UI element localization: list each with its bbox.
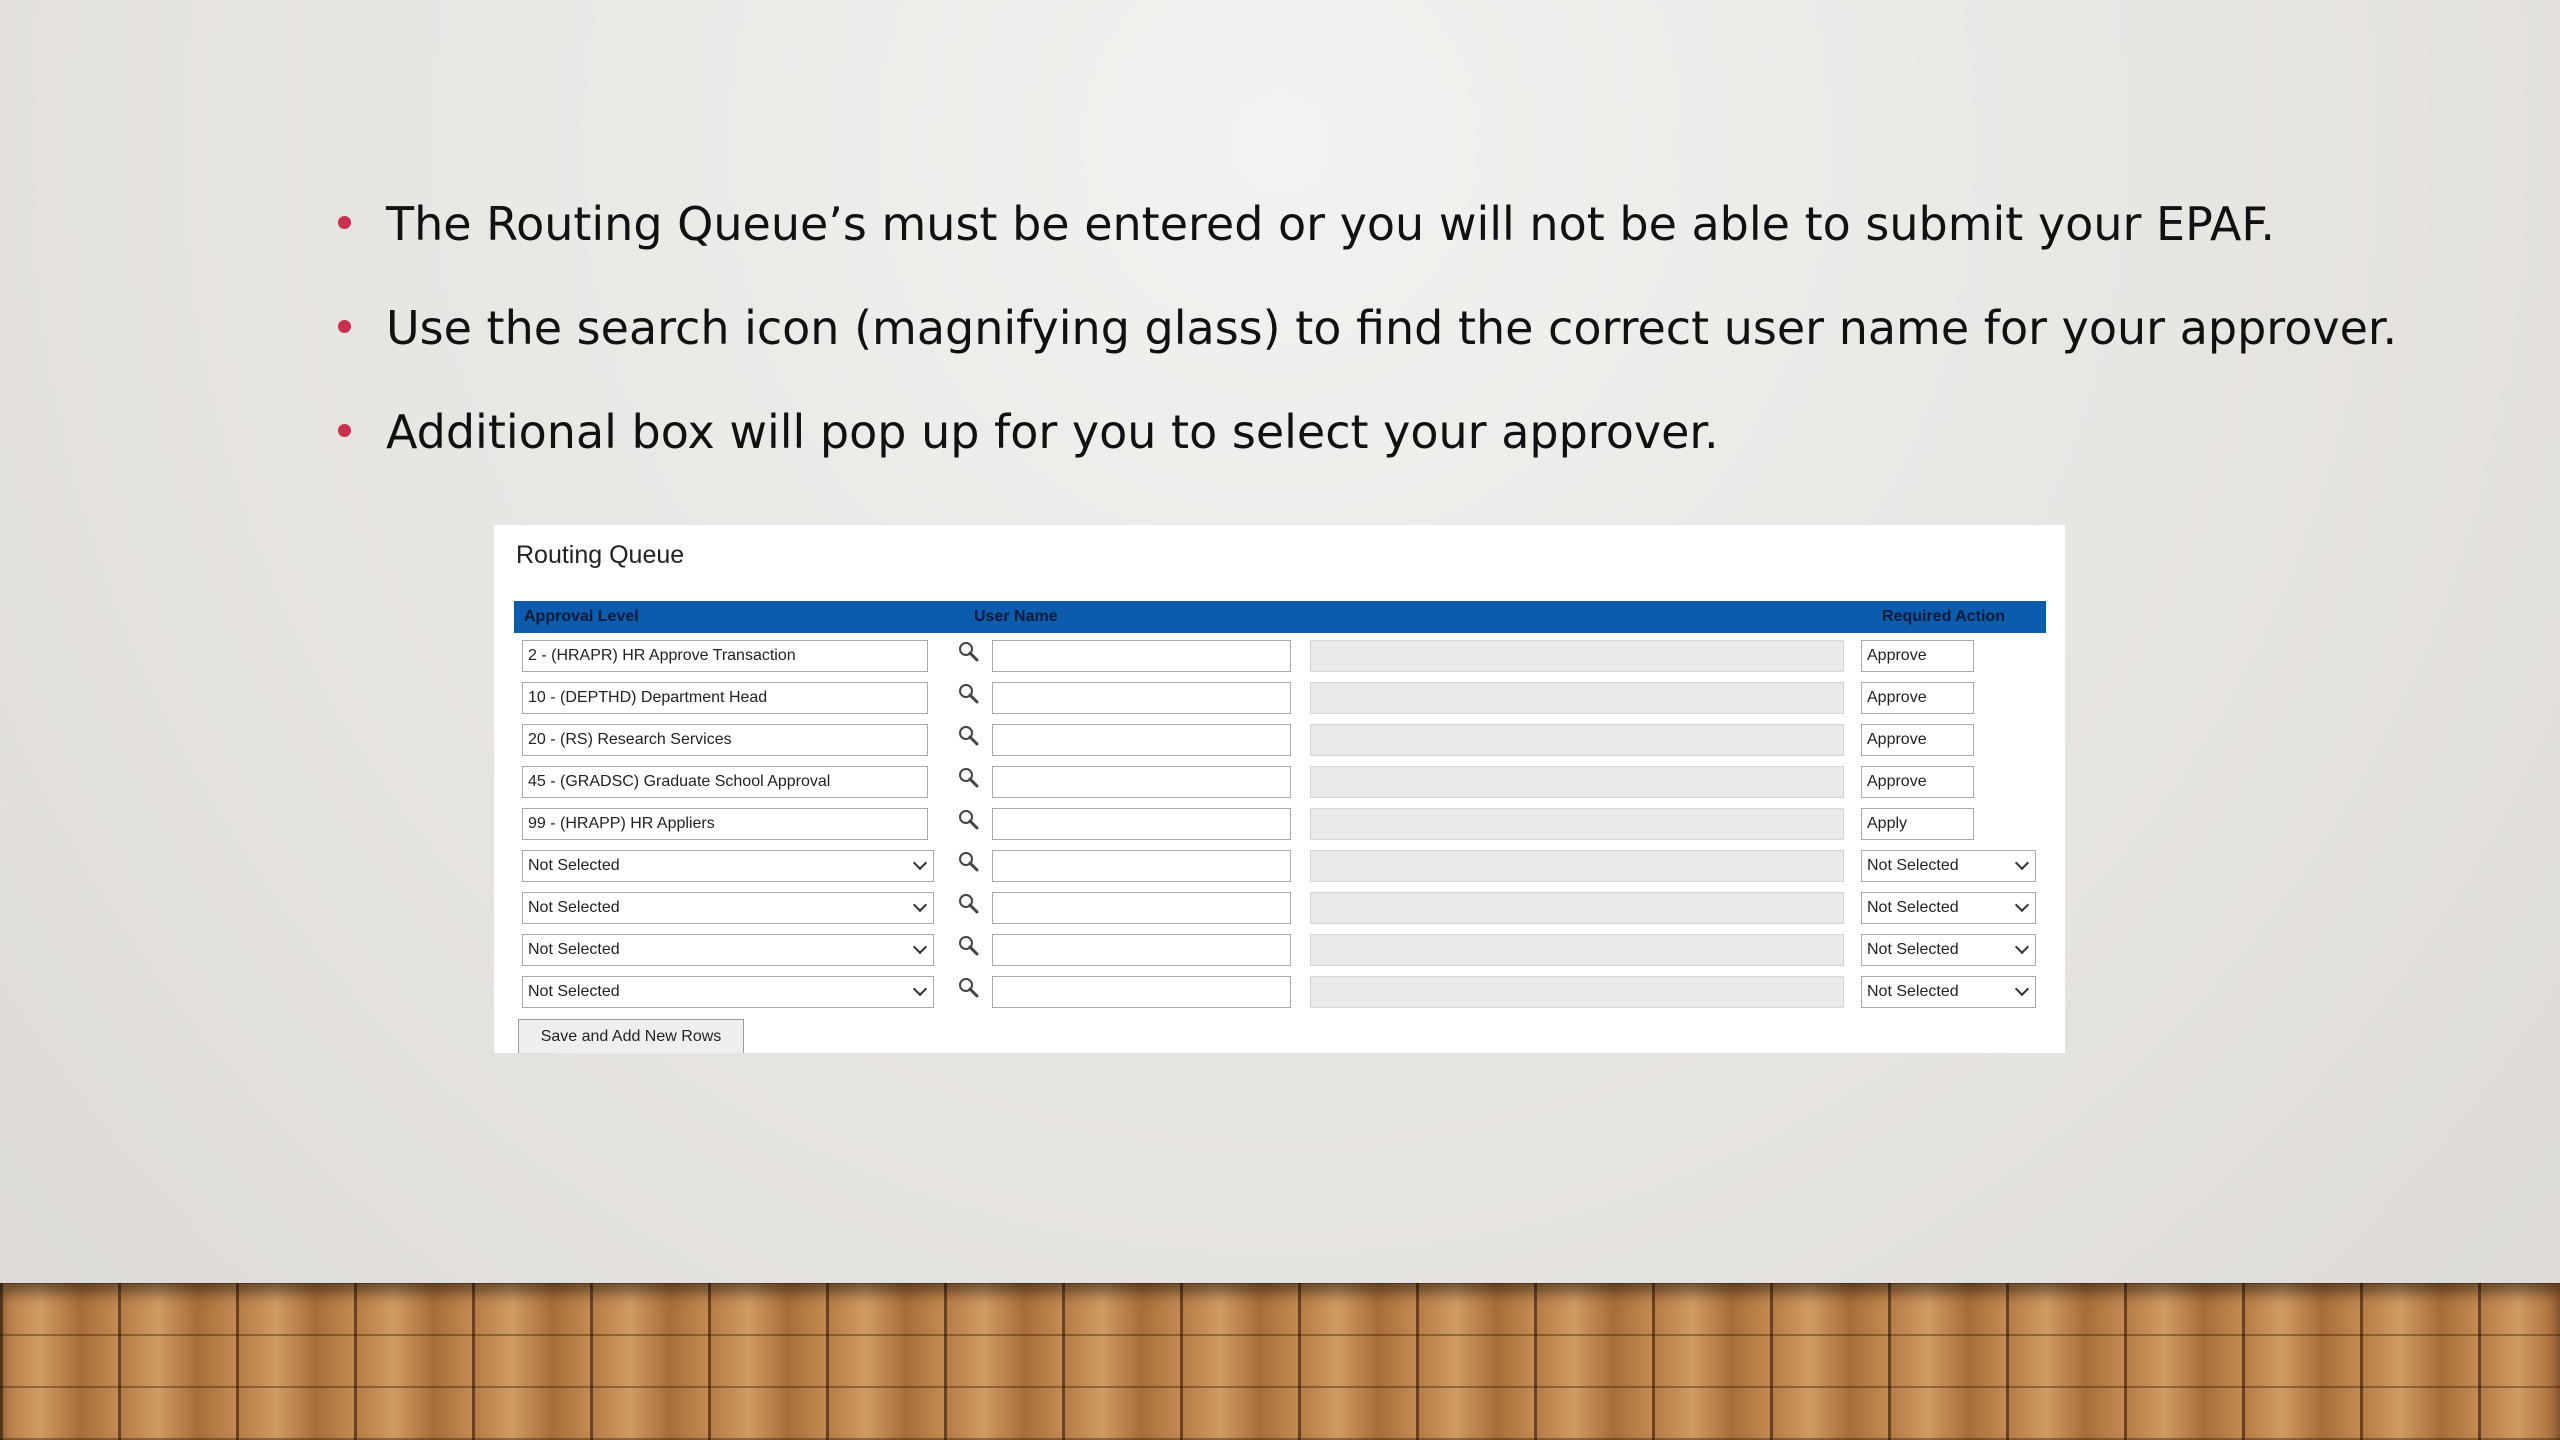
table-row: Not Selected Not Selected	[494, 892, 2065, 934]
user-name-input[interactable]	[992, 724, 1291, 756]
panel-title: Routing Queue	[516, 541, 685, 569]
user-description-field	[1310, 640, 1844, 672]
user-name-input[interactable]	[992, 640, 1291, 672]
bullet-text: Use the search icon (magnifying glass) t…	[386, 301, 2398, 355]
required-action-field[interactable]: Approve	[1861, 766, 1974, 798]
user-description-field	[1310, 976, 1844, 1008]
column-header-approval-level: Approval Level	[524, 608, 639, 625]
approval-level-select[interactable]: Not Selected	[522, 934, 934, 966]
bullet-text: The Routing Queue’s must be entered or y…	[386, 197, 2276, 251]
table-row: Not Selected Not Selected	[494, 850, 2065, 892]
user-name-input[interactable]	[992, 934, 1291, 966]
approval-level-field[interactable]: 99 - (HRAPP) HR Appliers	[522, 808, 928, 840]
table-row: Not Selected Not Selected	[494, 934, 2065, 976]
table-row: 10 - (DEPTHD) Department Head Approve	[494, 682, 2065, 724]
column-header-user-name: User Name	[974, 608, 1058, 625]
bullet-dot-icon	[338, 216, 351, 229]
approval-level-select[interactable]: Not Selected	[522, 892, 934, 924]
approval-level-value: Not Selected	[528, 899, 620, 916]
user-description-field	[1310, 724, 1844, 756]
required-action-select[interactable]: Not Selected	[1861, 850, 2036, 882]
table-header: Approval Level User Name Required Action	[514, 601, 2046, 633]
required-action-field[interactable]: Approve	[1861, 724, 1974, 756]
table-row: 45 - (GRADSC) Graduate School Approval A…	[494, 766, 2065, 808]
bullet-item: Use the search icon (magnifying glass) t…	[336, 292, 2397, 396]
magnifying-glass-icon[interactable]	[956, 934, 980, 958]
user-description-field	[1310, 766, 1844, 798]
chevron-down-icon	[2014, 939, 2030, 955]
required-action-select[interactable]: Not Selected	[1861, 934, 2036, 966]
user-description-field	[1310, 808, 1844, 840]
bullet-dot-icon	[338, 424, 351, 437]
table-row: 2 - (HRAPR) HR Approve Transaction Appro…	[494, 640, 2065, 682]
presentation-slide: The Routing Queue’s must be entered or y…	[0, 0, 2560, 1440]
magnifying-glass-icon[interactable]	[956, 766, 980, 790]
chevron-down-icon	[912, 897, 928, 913]
user-name-input[interactable]	[992, 682, 1291, 714]
bullet-item: Additional box will pop up for you to se…	[336, 396, 2336, 500]
table-row: 20 - (RS) Research Services Approve	[494, 724, 2065, 766]
approval-level-value: Not Selected	[528, 983, 620, 1000]
required-action-value: Not Selected	[1867, 941, 1959, 958]
table-row: 99 - (HRAPP) HR Appliers Apply	[494, 808, 2065, 850]
chevron-down-icon	[2014, 981, 2030, 997]
approval-level-select[interactable]: Not Selected	[522, 850, 934, 882]
approval-level-value: Not Selected	[528, 941, 620, 958]
required-action-field[interactable]: Approve	[1861, 682, 1974, 714]
bullet-item: The Routing Queue’s must be entered or y…	[336, 188, 2336, 292]
approval-level-field[interactable]: 2 - (HRAPR) HR Approve Transaction	[522, 640, 928, 672]
approval-level-field[interactable]: 20 - (RS) Research Services	[522, 724, 928, 756]
magnifying-glass-icon[interactable]	[956, 724, 980, 748]
approval-level-select[interactable]: Not Selected	[522, 976, 934, 1008]
approval-level-field[interactable]: 10 - (DEPTHD) Department Head	[522, 682, 928, 714]
required-action-value: Not Selected	[1867, 857, 1959, 874]
chevron-down-icon	[2014, 897, 2030, 913]
magnifying-glass-icon[interactable]	[956, 892, 980, 916]
user-description-field	[1310, 682, 1844, 714]
user-description-field	[1310, 892, 1844, 924]
approval-level-value: Not Selected	[528, 857, 620, 874]
required-action-select[interactable]: Not Selected	[1861, 976, 2036, 1008]
approval-level-field[interactable]: 45 - (GRADSC) Graduate School Approval	[522, 766, 928, 798]
magnifying-glass-icon[interactable]	[956, 682, 980, 706]
routing-queue-panel: Routing Queue Approval Level User Name R…	[494, 525, 2065, 1053]
magnifying-glass-icon[interactable]	[956, 640, 980, 664]
required-action-field[interactable]: Apply	[1861, 808, 1974, 840]
bullet-list: The Routing Queue’s must be entered or y…	[336, 188, 2397, 500]
user-name-input[interactable]	[992, 808, 1291, 840]
user-name-input[interactable]	[992, 850, 1291, 882]
column-header-required-action: Required Action	[1882, 608, 2005, 625]
user-name-input[interactable]	[992, 766, 1291, 798]
magnifying-glass-icon[interactable]	[956, 976, 980, 1000]
wood-floor-background	[0, 1283, 2560, 1440]
magnifying-glass-icon[interactable]	[956, 808, 980, 832]
required-action-value: Not Selected	[1867, 983, 1959, 1000]
user-description-field	[1310, 850, 1844, 882]
save-and-add-new-rows-button[interactable]: Save and Add New Rows	[518, 1019, 744, 1053]
user-description-field	[1310, 934, 1844, 966]
user-name-input[interactable]	[992, 892, 1291, 924]
user-name-input[interactable]	[992, 976, 1291, 1008]
table-row: Not Selected Not Selected	[494, 976, 2065, 1018]
chevron-down-icon	[912, 981, 928, 997]
required-action-select[interactable]: Not Selected	[1861, 892, 2036, 924]
magnifying-glass-icon[interactable]	[956, 850, 980, 874]
chevron-down-icon	[912, 939, 928, 955]
required-action-field[interactable]: Approve	[1861, 640, 1974, 672]
chevron-down-icon	[2014, 855, 2030, 871]
bullet-dot-icon	[338, 320, 351, 333]
required-action-value: Not Selected	[1867, 899, 1959, 916]
chevron-down-icon	[912, 855, 928, 871]
bullet-text: Additional box will pop up for you to se…	[386, 405, 1719, 459]
